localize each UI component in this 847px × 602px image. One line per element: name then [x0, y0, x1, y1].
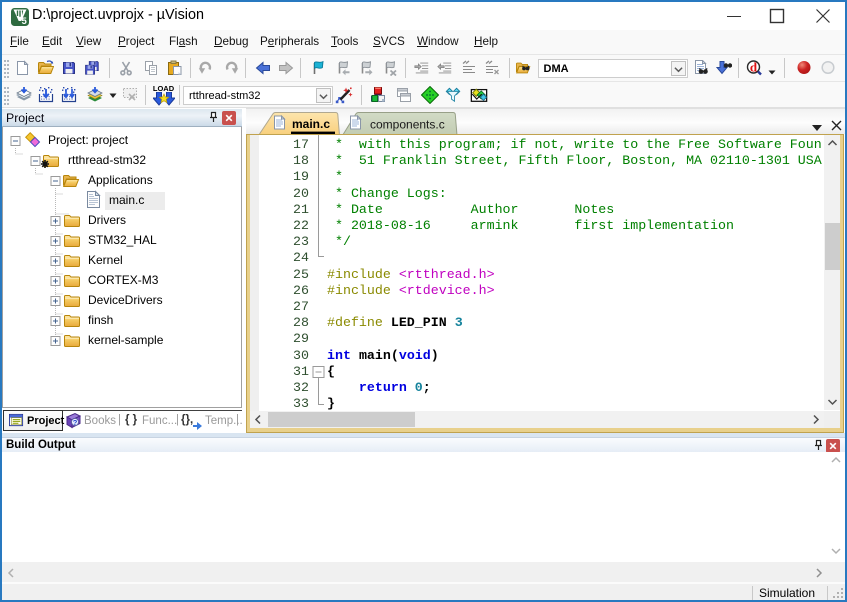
- svg-text:d: d: [750, 60, 758, 75]
- svg-text:5: 5: [22, 16, 28, 26]
- svg-text:main.c: main.c: [292, 117, 330, 131]
- svg-text:?: ?: [73, 418, 78, 427]
- svg-text:components.c: components.c: [370, 118, 445, 132]
